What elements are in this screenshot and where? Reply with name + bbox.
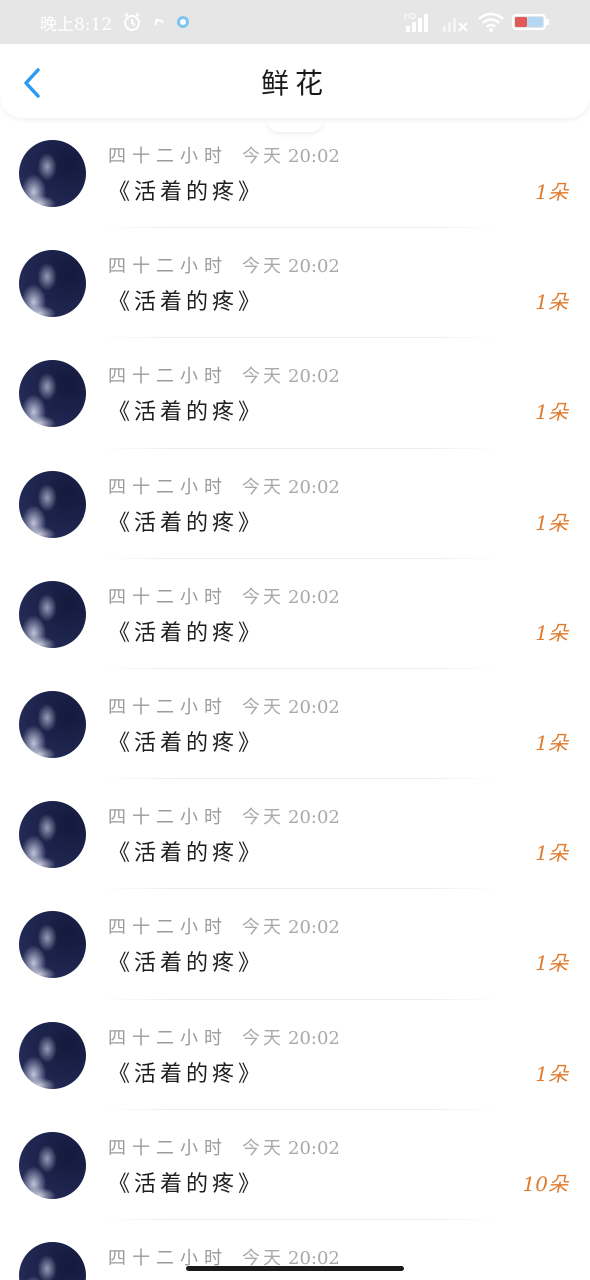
item-meta: 四十二小时 今天 20:02	[108, 1134, 340, 1160]
item-meta: 四十二小时 今天 20:02	[108, 1024, 340, 1050]
avatar[interactable]	[19, 801, 86, 869]
avatar[interactable]	[19, 1241, 86, 1280]
home-indicator[interactable]	[186, 1266, 404, 1271]
app-header: 鲜花	[0, 44, 590, 118]
item-time: 20:02	[288, 146, 340, 167]
item-day: 今天	[242, 146, 284, 167]
flower-count: 1朵	[535, 180, 568, 204]
app-notification-icon	[176, 15, 190, 29]
item-time: 20:02	[288, 366, 340, 388]
flower-count: 1朵	[535, 841, 568, 866]
book-title[interactable]: 《活着的疼》	[108, 394, 264, 426]
author-name[interactable]: 四十二小时	[108, 807, 228, 828]
status-bar: 晚上8:12 HD	[0, 0, 590, 44]
avatar[interactable]	[19, 580, 86, 648]
book-title[interactable]: 《活着的疼》	[108, 174, 264, 206]
avatar[interactable]	[19, 690, 86, 758]
item-day: 今天	[242, 1027, 284, 1049]
author-name[interactable]: 四十二小时	[108, 1138, 228, 1159]
item-day: 今天	[242, 366, 284, 388]
book-title[interactable]: 《活着的疼》	[108, 284, 264, 316]
flower-count: 1朵	[535, 400, 568, 425]
book-title[interactable]: 《活着的疼》	[108, 1166, 264, 1198]
notification-icon	[152, 15, 166, 29]
avatar[interactable]	[19, 250, 86, 318]
flower-count: 1朵	[535, 730, 568, 755]
flower-list-item[interactable]: 四十二小时 今天 20:02 《活着的疼》 1朵	[0, 1000, 590, 1110]
flower-list: 四十二小时 今天 20:02 《活着的疼》 1朵 四十二小时 今天 20:02 《活着的…	[0, 118, 590, 1280]
item-day: 今天	[242, 586, 284, 608]
status-right: HD	[404, 11, 550, 33]
flower-count: 1朵	[535, 290, 568, 315]
book-title[interactable]: 《活着的疼》	[108, 1056, 264, 1088]
author-name[interactable]: 四十二小时	[108, 477, 228, 498]
item-time: 20:02	[288, 696, 340, 718]
flower-count: 1朵	[535, 620, 568, 645]
flower-count: 1朵	[535, 510, 568, 535]
flower-count: 10朵	[522, 1171, 568, 1196]
flower-count: 1朵	[535, 951, 568, 976]
wifi-icon	[478, 11, 504, 33]
item-time: 20:02	[288, 807, 340, 829]
item-meta: 四十二小时 今天 20:02	[108, 252, 340, 278]
book-title[interactable]: 《活着的疼》	[108, 835, 264, 867]
author-name[interactable]: 四十二小时	[108, 917, 228, 938]
flower-list-item[interactable]: 四十二小时 今天 20:02 《活着的疼》 1朵	[0, 559, 590, 669]
avatar[interactable]	[19, 911, 86, 979]
flower-list-item[interactable]: 四十二小时 今天 20:02 《活着的疼》 1朵	[0, 228, 590, 339]
item-day: 今天	[242, 476, 284, 498]
book-title[interactable]: 《活着的疼》	[108, 615, 264, 647]
item-time: 20:02	[288, 1027, 340, 1049]
item-meta: 四十二小时 今天 20:02	[108, 583, 340, 609]
pull-tab	[266, 118, 324, 132]
flower-list-item[interactable]: 四十二小时 今天 20:02 《活着的疼》 1朵	[0, 779, 590, 890]
item-meta: 四十二小时 今天 20:02	[108, 693, 340, 719]
item-time: 20:02	[288, 476, 340, 498]
item-day: 今天	[242, 807, 284, 829]
avatar[interactable]	[19, 1021, 86, 1089]
item-day: 今天	[242, 256, 284, 278]
author-name[interactable]: 四十二小时	[108, 256, 228, 277]
book-title[interactable]: 《活着的疼》	[108, 725, 264, 757]
page-title: 鲜花	[260, 67, 329, 100]
item-meta: 四十二小时 今天 20:02	[108, 913, 340, 939]
item-meta: 四十二小时 今天 20:02	[108, 142, 340, 168]
item-day: 今天	[242, 1137, 284, 1159]
flower-list-item[interactable]: 四十二小时 今天 20:02 《活着的疼》 1朵	[0, 449, 590, 559]
author-name[interactable]: 四十二小时	[108, 366, 228, 387]
author-name[interactable]: 四十二小时	[108, 587, 228, 608]
item-time: 20:02	[288, 1137, 340, 1159]
signal-hd-icon: HD	[404, 11, 434, 33]
signal-no-service-icon	[442, 11, 470, 33]
avatar[interactable]	[19, 470, 86, 538]
avatar[interactable]	[19, 1131, 86, 1199]
book-title[interactable]: 《活着的疼》	[108, 505, 264, 537]
author-name[interactable]: 四十二小时	[108, 146, 228, 167]
item-meta: 四十二小时 今天 20:02	[108, 473, 340, 499]
item-time: 20:02	[288, 586, 340, 608]
flower-count: 1朵	[535, 1061, 568, 1086]
book-title[interactable]: 《活着的疼》	[108, 945, 264, 977]
status-time: 晚上8:12	[40, 14, 113, 35]
item-time: 20:02	[288, 256, 340, 278]
item-day: 今天	[242, 917, 284, 939]
author-name[interactable]: 四十二小时	[108, 1028, 228, 1049]
alarm-icon	[122, 12, 142, 32]
item-meta: 四十二小时 今天 20:02	[108, 803, 340, 829]
status-left: 晚上8:12	[40, 10, 190, 35]
flower-list-item[interactable]: 四十二小时 今天 20:02 《活着的疼》 10朵	[0, 1110, 590, 1220]
item-time: 20:02	[288, 917, 340, 939]
avatar[interactable]	[19, 360, 86, 428]
item-day: 今天	[242, 696, 284, 718]
battery-icon	[512, 13, 550, 31]
avatar[interactable]	[19, 140, 86, 207]
item-meta: 四十二小时 今天 20:02	[108, 362, 340, 388]
flower-list-item[interactable]: 四十二小时 今天 20:02 《活着的疼》 1朵	[0, 338, 590, 449]
flower-list-item[interactable]: 四十二小时 今天 20:02 《活着的疼》 1朵	[0, 669, 590, 780]
svg-text:HD: HD	[404, 12, 416, 21]
flower-list-item[interactable]: 四十二小时 今天 20:02 《活着的疼》 1朵	[0, 889, 590, 1000]
author-name[interactable]: 四十二小时	[108, 697, 228, 718]
flower-list-item[interactable]: 四十二小时 今天 20:02 《活着的疼》 1朵	[0, 118, 590, 229]
